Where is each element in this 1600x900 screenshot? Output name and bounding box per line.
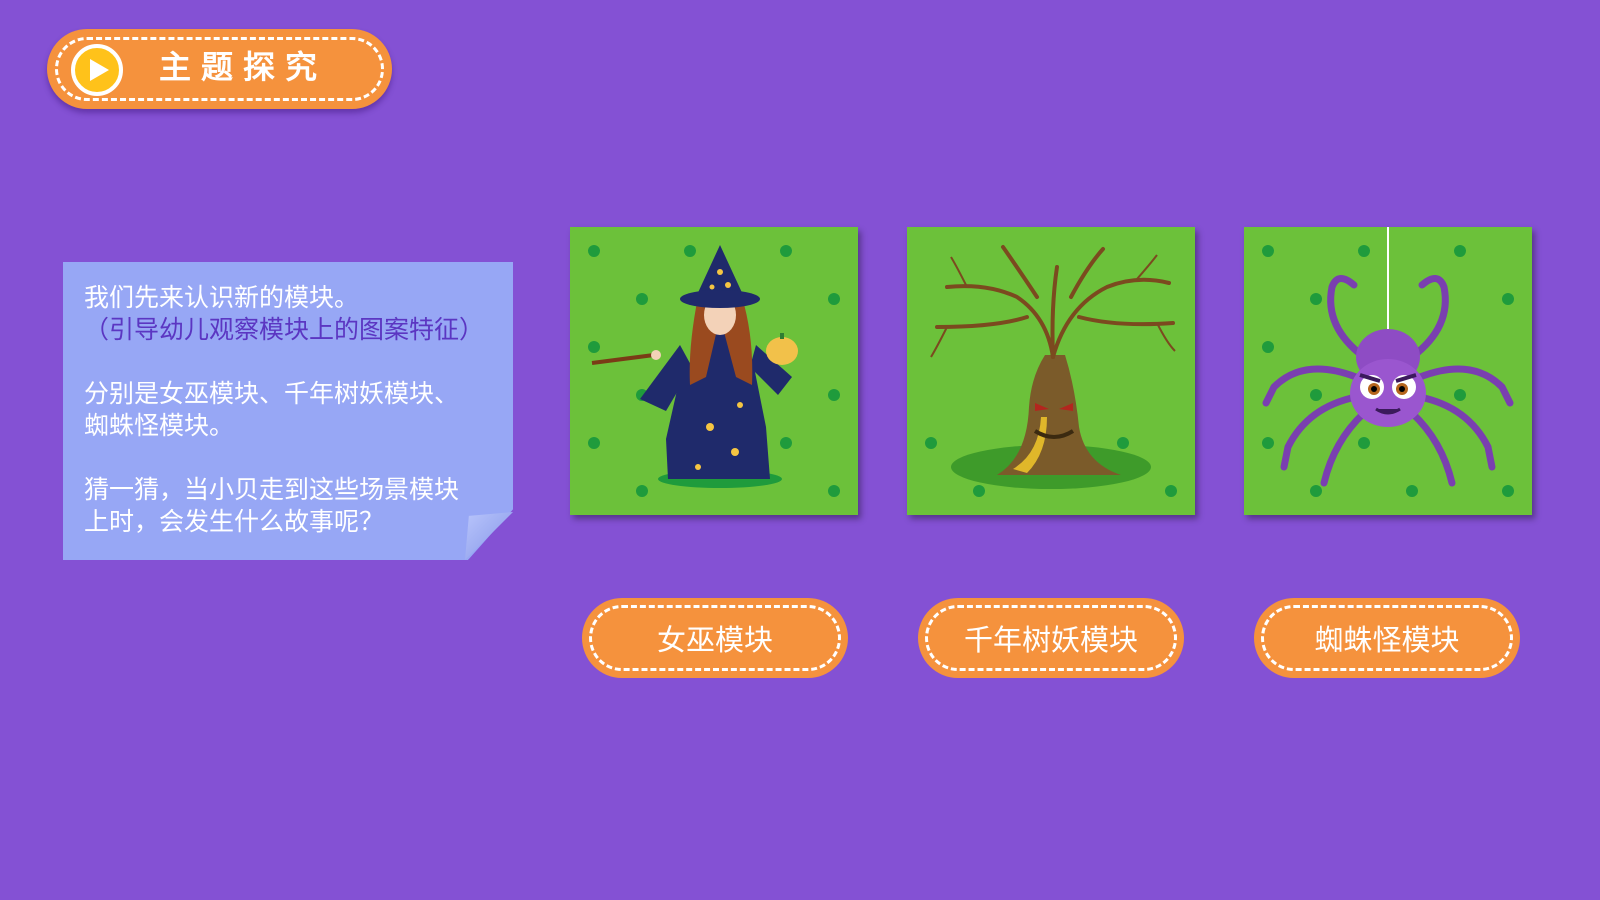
section-header: 主题探究 (47, 29, 392, 109)
play-icon[interactable] (71, 44, 123, 96)
witch-module-label[interactable]: 女巫模块 (582, 598, 848, 678)
tree-monster-module-card[interactable] (907, 227, 1195, 515)
note-line: 蜘蛛怪模块。 (84, 411, 235, 440)
note-line: 分别是女巫模块、千年树妖模块、 (84, 379, 460, 408)
note-line: 猜一猜，当小贝走到这些场景模块 (84, 475, 460, 504)
witch-illustration (588, 245, 840, 497)
note-hint: （引导幼儿观察模块上的图案特征） (84, 315, 485, 344)
spider-module-card[interactable] (1244, 227, 1532, 515)
tree-monster-illustration (925, 245, 1177, 497)
witch-module-card[interactable] (570, 227, 858, 515)
page-title: 主题探究 (159, 48, 328, 86)
note-line: 我们先来认识新的模块。 (84, 283, 360, 312)
witch-module-label-text: 女巫模块 (656, 623, 773, 657)
spider-module-label-text: 蜘蛛怪模块 (1314, 623, 1460, 657)
spider-module-label[interactable]: 蜘蛛怪模块 (1254, 598, 1520, 678)
spider-illustration (1262, 227, 1514, 497)
instruction-text: 我们先来认识新的模块。 （引导幼儿观察模块上的图案特征） 分别是女巫模块、千年树… (84, 282, 514, 538)
tree-monster-module-label[interactable]: 千年树妖模块 (918, 598, 1184, 678)
note-line: 上时，会发生什么故事呢？ (84, 507, 385, 536)
tree-monster-module-label-text: 千年树妖模块 (963, 623, 1138, 657)
